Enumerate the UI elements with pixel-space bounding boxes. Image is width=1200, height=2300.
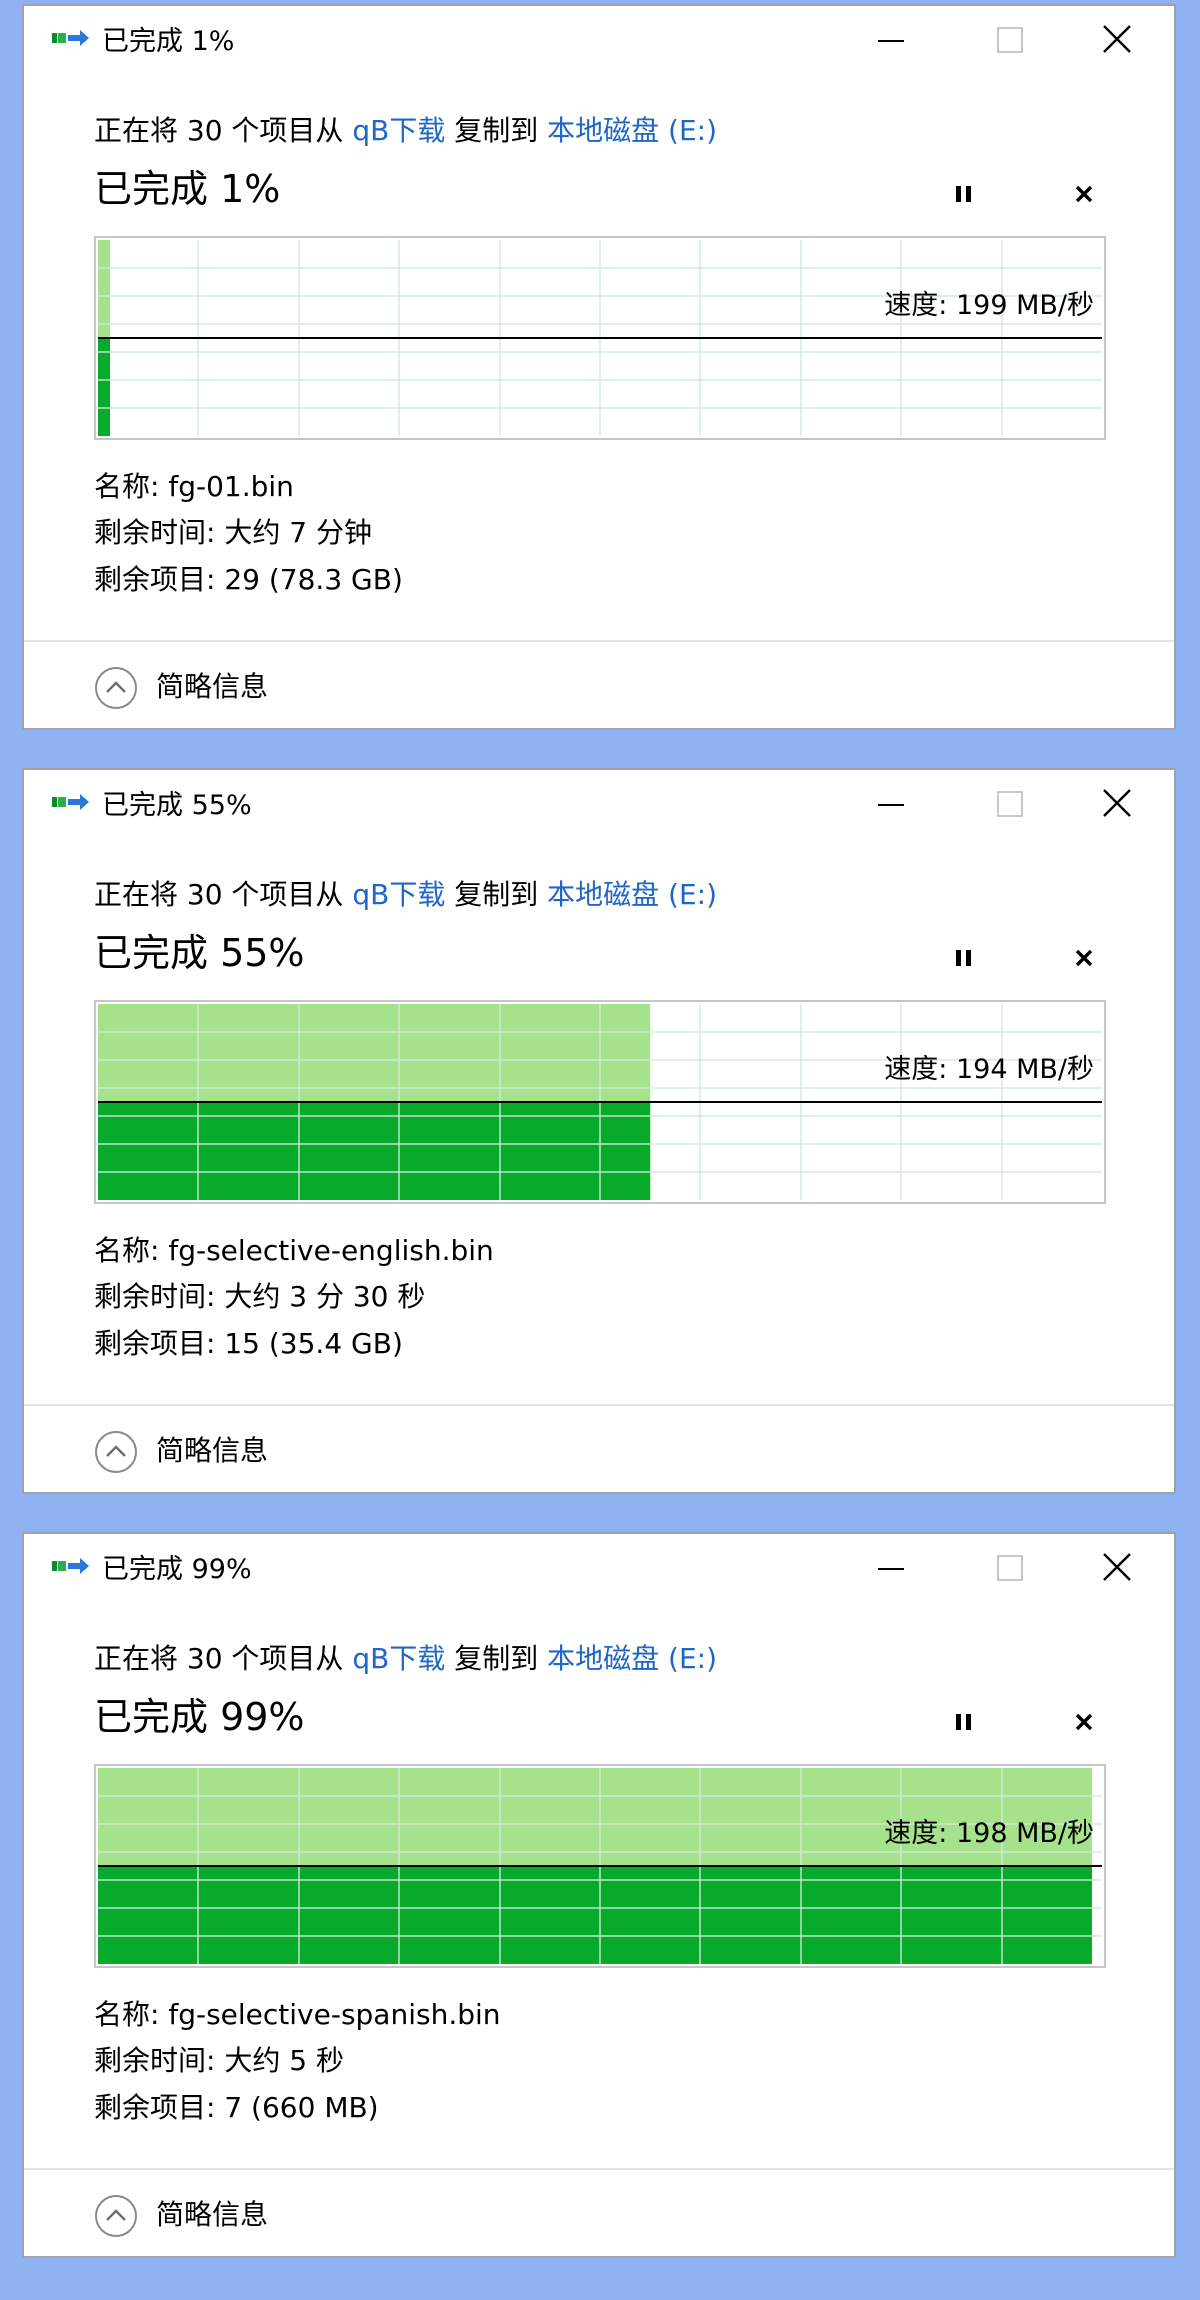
pause-icon xyxy=(956,1714,971,1730)
copy-description: 正在将 30 个项目从 qB下载 复制到 本地磁盘 (E:) xyxy=(94,1642,717,1676)
close-icon xyxy=(1103,1553,1131,1581)
items-remaining: 剩余项目: 15 (35.4 GB) xyxy=(94,1327,403,1360)
time-remaining: 剩余时间: 大约 7 分钟 xyxy=(94,516,372,549)
close-button[interactable] xyxy=(1090,20,1144,60)
time-remaining: 剩余时间: 大约 5 秒 xyxy=(94,2044,344,2077)
cancel-button[interactable] xyxy=(1064,938,1104,978)
divider xyxy=(24,1404,1174,1406)
fewer-details-button[interactable]: 简略信息 xyxy=(94,2190,334,2240)
copy-transfer-icon xyxy=(52,792,90,812)
speed-graph-canvas xyxy=(98,1768,1102,1964)
copy-description: 正在将 30 个项目从 qB下载 复制到 本地磁盘 (E:) xyxy=(94,114,717,148)
fewer-details-label: 简略信息 xyxy=(156,1434,269,1467)
items-remaining: 剩余项目: 7 (660 MB) xyxy=(94,2091,379,2124)
fewer-details-button[interactable]: 简略信息 xyxy=(94,1426,334,1476)
desc-prefix: 正在将 30 个项目从 xyxy=(94,1642,344,1675)
items-remaining: 剩余项目: 29 (78.3 GB) xyxy=(94,563,403,596)
pause-button[interactable] xyxy=(944,1702,984,1742)
minimize-icon xyxy=(878,1568,904,1570)
speed-label: 速度: 194 MB/秒 xyxy=(884,1054,1094,1085)
maximize-icon xyxy=(997,27,1023,53)
speed-graph: 速度: 199 MB/秒 xyxy=(94,236,1106,440)
progress-heading: 已完成 55% xyxy=(94,931,305,975)
copy-dialog-2: 已完成 55% 正在将 30 个项目从 qB下载 复制到 本地磁盘 (E:) 已… xyxy=(22,768,1176,1494)
speed-graph-canvas xyxy=(98,1004,1102,1200)
source-folder-link[interactable]: qB下载 xyxy=(352,878,445,911)
minimize-button[interactable] xyxy=(864,784,918,824)
minimize-icon xyxy=(878,804,904,806)
pause-icon xyxy=(956,950,971,966)
cancel-icon xyxy=(1075,949,1093,967)
progress-heading: 已完成 99% xyxy=(94,1695,305,1739)
cancel-icon xyxy=(1075,1713,1093,1731)
copy-dialog-1: 已完成 1% 正在将 30 个项目从 qB下载 复制到 本地磁盘 (E:) 已完… xyxy=(22,4,1176,730)
copy-description: 正在将 30 个项目从 qB下载 复制到 本地磁盘 (E:) xyxy=(94,878,717,912)
file-name: 名称: fg-selective-spanish.bin xyxy=(94,1998,501,2031)
destination-drive-link[interactable]: 本地磁盘 (E:) xyxy=(547,1642,717,1675)
cancel-button[interactable] xyxy=(1064,1702,1104,1742)
title-bar: 已完成 99% xyxy=(24,1534,1174,1598)
copy-transfer-icon xyxy=(52,1556,90,1576)
file-name: 名称: fg-01.bin xyxy=(94,470,294,503)
copy-dialog-3: 已完成 99% 正在将 30 个项目从 qB下载 复制到 本地磁盘 (E:) 已… xyxy=(22,1532,1176,2258)
window-title: 已完成 99% xyxy=(102,1554,252,1585)
minimize-button[interactable] xyxy=(864,1548,918,1588)
fewer-details-button[interactable]: 简略信息 xyxy=(94,662,334,712)
close-button[interactable] xyxy=(1090,784,1144,824)
desc-prefix: 正在将 30 个项目从 xyxy=(94,114,344,147)
speed-graph: 速度: 198 MB/秒 xyxy=(94,1764,1106,1968)
maximize-button xyxy=(982,1548,1036,1588)
maximize-button xyxy=(982,20,1036,60)
copy-progress-stack: 已完成 1% 正在将 30 个项目从 qB下载 复制到 本地磁盘 (E:) 已完… xyxy=(0,0,1200,2300)
pause-button[interactable] xyxy=(944,174,984,214)
chevron-up-circle-icon xyxy=(94,1430,138,1478)
title-bar: 已完成 1% xyxy=(24,6,1174,70)
divider xyxy=(24,640,1174,642)
close-icon xyxy=(1103,789,1131,817)
time-remaining: 剩余时间: 大约 3 分 30 秒 xyxy=(94,1280,426,1313)
speed-graph: 速度: 194 MB/秒 xyxy=(94,1000,1106,1204)
fewer-details-label: 简略信息 xyxy=(156,670,269,703)
fewer-details-label: 简略信息 xyxy=(156,2198,269,2231)
minimize-icon xyxy=(878,40,904,42)
chevron-up-circle-icon xyxy=(94,2194,138,2242)
destination-drive-link[interactable]: 本地磁盘 (E:) xyxy=(547,114,717,147)
source-folder-link[interactable]: qB下载 xyxy=(352,1642,445,1675)
cancel-icon xyxy=(1075,185,1093,203)
file-name: 名称: fg-selective-english.bin xyxy=(94,1234,494,1267)
desc-middle: 复制到 xyxy=(454,1642,539,1675)
desc-middle: 复制到 xyxy=(454,878,539,911)
close-icon xyxy=(1103,25,1131,53)
chevron-up-circle-icon xyxy=(94,666,138,714)
copy-transfer-icon xyxy=(52,28,90,48)
speed-label: 速度: 199 MB/秒 xyxy=(884,290,1094,321)
pause-icon xyxy=(956,186,971,202)
title-bar: 已完成 55% xyxy=(24,770,1174,834)
window-title: 已完成 55% xyxy=(102,790,252,821)
source-folder-link[interactable]: qB下载 xyxy=(352,114,445,147)
desc-middle: 复制到 xyxy=(454,114,539,147)
progress-heading: 已完成 1% xyxy=(94,167,281,211)
window-title: 已完成 1% xyxy=(102,26,235,57)
close-button[interactable] xyxy=(1090,1548,1144,1588)
destination-drive-link[interactable]: 本地磁盘 (E:) xyxy=(547,878,717,911)
maximize-icon xyxy=(997,791,1023,817)
pause-button[interactable] xyxy=(944,938,984,978)
speed-label: 速度: 198 MB/秒 xyxy=(884,1818,1094,1849)
cancel-button[interactable] xyxy=(1064,174,1104,214)
maximize-icon xyxy=(997,1555,1023,1581)
divider xyxy=(24,2168,1174,2170)
desc-prefix: 正在将 30 个项目从 xyxy=(94,878,344,911)
speed-graph-canvas xyxy=(98,240,1102,436)
maximize-button xyxy=(982,784,1036,824)
minimize-button[interactable] xyxy=(864,20,918,60)
